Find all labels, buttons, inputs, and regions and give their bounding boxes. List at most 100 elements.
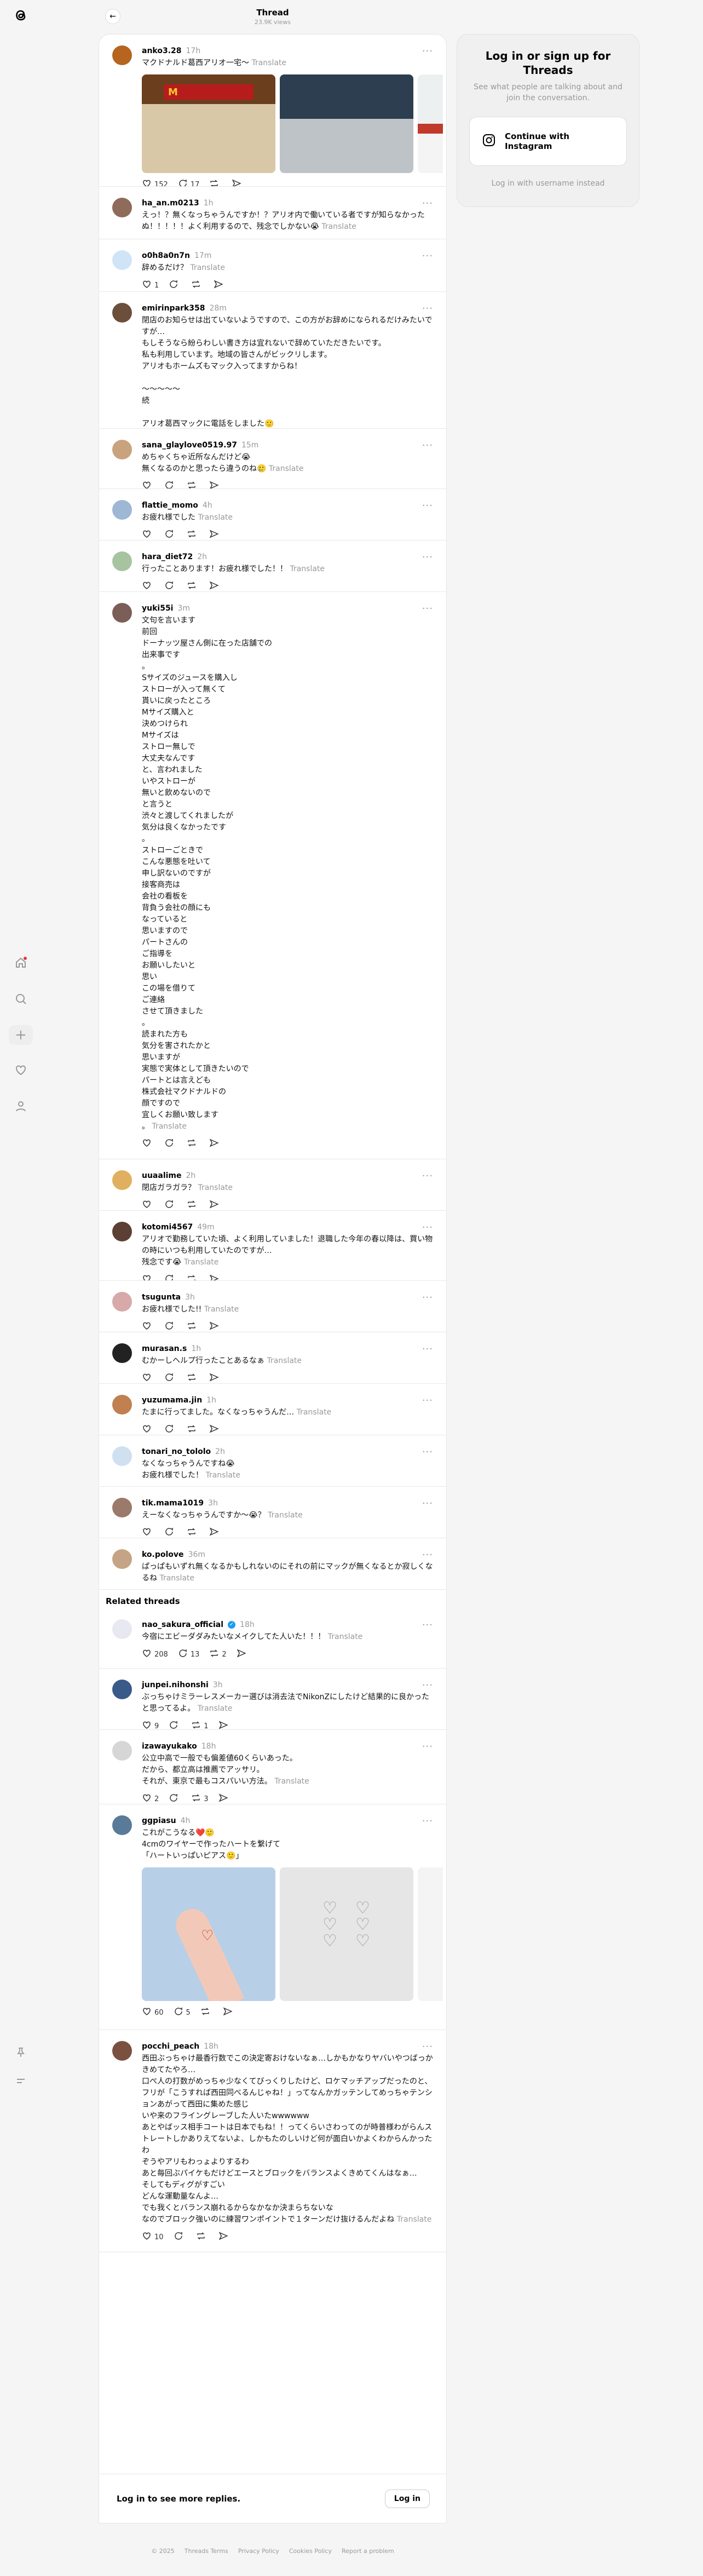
username[interactable]: anko3.28 xyxy=(142,45,182,56)
reply-button[interactable] xyxy=(169,279,181,291)
menu-icon[interactable] xyxy=(12,2072,30,2090)
translate-link[interactable]: Translate xyxy=(184,1258,219,1267)
reply-button[interactable] xyxy=(164,1199,177,1210)
more-options-icon[interactable]: ··· xyxy=(422,1619,433,1631)
repost-button[interactable] xyxy=(200,2006,213,2019)
username[interactable]: pocchi_peach xyxy=(142,2041,199,2052)
translate-link[interactable]: Translate xyxy=(190,263,225,272)
share-button[interactable] xyxy=(237,1648,249,1660)
translate-link[interactable]: Translate xyxy=(198,1704,233,1713)
username[interactable]: o0h8a0n7n xyxy=(142,250,190,261)
more-options-icon[interactable]: ··· xyxy=(422,1498,433,1509)
share-button[interactable] xyxy=(209,1274,222,1280)
username[interactable]: yuki55i xyxy=(142,603,173,614)
repost-button[interactable]: 2 xyxy=(209,1648,227,1660)
repost-button[interactable] xyxy=(187,529,199,540)
more-options-icon[interactable]: ··· xyxy=(422,1549,433,1561)
more-options-icon[interactable]: ··· xyxy=(422,1170,433,1182)
more-options-icon[interactable]: ··· xyxy=(422,45,433,57)
share-button[interactable] xyxy=(209,480,222,488)
repost-button[interactable] xyxy=(187,480,199,488)
avatar[interactable] xyxy=(112,303,132,323)
share-button[interactable] xyxy=(209,1321,222,1332)
reply-button[interactable] xyxy=(169,1793,181,1804)
like-button[interactable] xyxy=(142,480,154,488)
translate-link[interactable]: Translate xyxy=(205,1471,240,1480)
username[interactable]: ha_an.m0213 xyxy=(142,198,199,209)
more-options-icon[interactable]: ··· xyxy=(422,1343,433,1355)
avatar[interactable] xyxy=(112,1446,132,1466)
username[interactable]: ko.polove xyxy=(142,1549,184,1560)
avatar[interactable] xyxy=(112,45,132,65)
pin-icon[interactable] xyxy=(12,2044,30,2061)
like-button[interactable] xyxy=(142,580,154,591)
footer-cookies-link[interactable]: Cookies Policy xyxy=(289,2548,332,2555)
finger-heart-ring-image[interactable]: ♡ xyxy=(142,1867,275,2001)
share-button[interactable] xyxy=(218,1793,231,1804)
like-button[interactable] xyxy=(142,1274,154,1280)
translate-link[interactable]: Translate xyxy=(397,2215,432,2224)
reply-button[interactable] xyxy=(174,2231,186,2243)
restaurant-interior-image[interactable] xyxy=(280,74,413,173)
avatar[interactable] xyxy=(112,1815,132,1835)
like-button[interactable]: 152 xyxy=(142,179,168,186)
like-button[interactable] xyxy=(142,529,154,540)
more-options-icon[interactable]: ··· xyxy=(422,603,433,614)
like-button[interactable] xyxy=(142,1138,154,1150)
repost-button[interactable] xyxy=(191,279,204,291)
repost-button[interactable] xyxy=(187,1199,199,1210)
repost-button[interactable] xyxy=(187,1321,199,1332)
mcdonalds-storefront-image[interactable]: M xyxy=(142,74,275,173)
repost-button[interactable] xyxy=(187,1424,199,1435)
repost-button[interactable]: 1 xyxy=(191,1720,209,1729)
translate-link[interactable]: Translate xyxy=(251,59,286,67)
more-options-icon[interactable]: ··· xyxy=(422,1222,433,1233)
reply-button[interactable] xyxy=(164,1372,177,1383)
search-icon[interactable] xyxy=(12,990,30,1008)
avatar[interactable] xyxy=(112,1343,132,1363)
repost-button[interactable] xyxy=(196,2231,209,2243)
translate-link[interactable]: Translate xyxy=(198,1183,233,1192)
more-options-icon[interactable]: ··· xyxy=(422,198,433,209)
more-options-icon[interactable]: ··· xyxy=(422,1395,433,1406)
avatar[interactable] xyxy=(112,1549,132,1569)
reply-button[interactable] xyxy=(164,529,177,540)
like-button[interactable] xyxy=(142,1372,154,1383)
username[interactable]: izawayukako xyxy=(142,1741,197,1752)
more-options-icon[interactable]: ··· xyxy=(422,2041,433,2052)
username[interactable]: tonari_no_tololo xyxy=(142,1446,211,1457)
more-options-icon[interactable]: ··· xyxy=(422,440,433,451)
reply-button[interactable]: 13 xyxy=(178,1648,199,1660)
translate-link[interactable]: Translate xyxy=(159,1574,194,1583)
reply-button[interactable] xyxy=(164,1527,177,1538)
username[interactable]: flattie_momo xyxy=(142,500,198,511)
username[interactable]: hara_diet72 xyxy=(142,551,193,562)
like-button[interactable] xyxy=(142,1199,154,1210)
like-button[interactable] xyxy=(142,1424,154,1435)
share-button[interactable] xyxy=(209,1424,222,1435)
avatar[interactable] xyxy=(112,440,132,459)
translate-link[interactable]: Translate xyxy=(204,1305,239,1314)
like-button[interactable]: 208 xyxy=(142,1648,168,1660)
username[interactable]: yuzumama.jin xyxy=(142,1395,202,1406)
translate-link[interactable]: Translate xyxy=(152,1122,187,1131)
back-button[interactable]: ← xyxy=(105,9,120,24)
username[interactable]: tsugunta xyxy=(142,1292,181,1303)
reply-button[interactable] xyxy=(164,1274,177,1280)
create-icon[interactable] xyxy=(9,1025,33,1045)
avatar[interactable] xyxy=(112,250,132,270)
reply-button[interactable] xyxy=(164,1321,177,1332)
avatar[interactable] xyxy=(112,1619,132,1639)
share-button[interactable] xyxy=(218,2231,231,2243)
footer-report-link[interactable]: Report a problem xyxy=(342,2548,394,2555)
share-button[interactable] xyxy=(209,580,222,591)
more-options-icon[interactable]: ··· xyxy=(422,250,433,262)
more-options-icon[interactable]: ··· xyxy=(422,1680,433,1691)
reply-button[interactable] xyxy=(164,1138,177,1150)
continue-instagram-button[interactable]: Continue with Instagram xyxy=(469,117,627,166)
more-options-icon[interactable]: ··· xyxy=(422,1446,433,1458)
repost-button[interactable] xyxy=(187,1274,199,1280)
translate-link[interactable]: Translate xyxy=(297,1408,332,1417)
heart-icon[interactable] xyxy=(12,1061,30,1079)
avatar[interactable] xyxy=(112,2041,132,2061)
